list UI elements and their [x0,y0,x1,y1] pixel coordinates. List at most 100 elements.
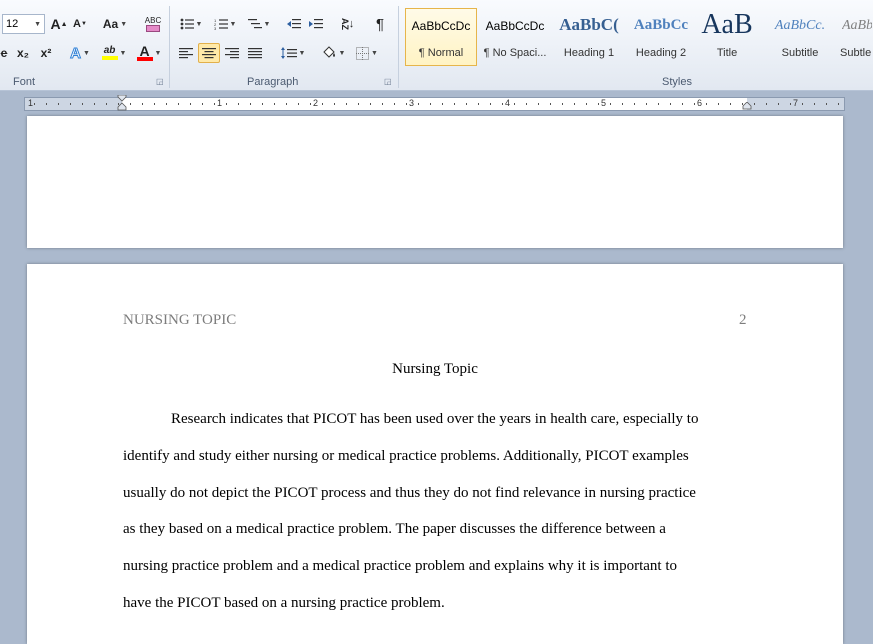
ruler-tick [406,103,407,105]
font-color-swatch [136,57,153,61]
font-size-combo[interactable]: 12 ▼ [2,14,45,34]
style-subtle[interactable]: AaBb Subtle [837,8,873,66]
style-title[interactable]: AaB Title [691,8,763,66]
grow-font-button[interactable]: A ▲ [49,14,69,34]
ruler-tick [778,103,779,105]
shading-button[interactable]: ▼ [318,43,348,63]
style-heading-1[interactable]: AaBbC( Heading 1 [553,8,625,66]
ruler-tick [814,103,815,105]
ruler-tick [322,103,323,105]
ruler-tick [682,103,683,105]
style-normal[interactable]: AaBbCcDc ¶ Normal [405,8,477,66]
style-label: Subtitle [781,47,819,59]
font-color-icon: A [139,43,150,59]
right-indent-marker-icon[interactable] [742,102,752,110]
ruler-tick [634,103,635,105]
style-label: Subtle [840,47,872,59]
eraser-icon [146,24,160,32]
ruler-tick [514,103,515,105]
text-effects-button[interactable]: A ▼ [66,43,94,63]
shrink-font-button[interactable]: A ▼ [70,14,90,34]
line-spacing-button[interactable]: ▼ [278,43,308,63]
ruler-tick [754,103,755,105]
document-page: NURSING TOPIC 2 Nursing Topic Research i… [27,264,843,644]
align-center-button[interactable] [198,43,220,63]
ruler-tick [358,103,359,105]
paint-bucket-icon [322,46,335,58]
chevron-down-icon: ▼ [82,49,90,57]
ruler-tick [250,103,251,105]
dialog-launcher-icon[interactable]: ◲ [156,77,164,86]
ruler-tick [298,103,299,105]
justify-icon [248,48,262,59]
ruler-number: 7 [793,98,799,108]
ruler-tick [70,103,71,105]
ruler-tick [622,103,623,105]
subscript-button[interactable]: x₂ [13,43,33,63]
horizontal-ruler[interactable]: 1 1 2 3 4 5 6 7 [24,95,845,111]
numbering-button[interactable]: 1 2 3 ▼ [210,14,240,34]
ruler-tick [346,103,347,105]
clear-formatting-button[interactable]: ABC [142,14,164,34]
superscript-button[interactable]: x² [36,43,56,63]
ruler-tick [502,103,503,105]
ruler-tick [838,103,839,105]
ruler-tick [214,103,215,105]
ruler-tick [370,103,371,105]
ruler-tick [802,103,803,105]
style-no-spacing[interactable]: AaBbCcDc ¶ No Spaci... [479,8,551,66]
increase-indent-button[interactable] [306,14,326,34]
font-color-button[interactable]: A ▼ [134,43,164,63]
ruler-tick [550,103,551,105]
numbered-list-icon: 123 [214,18,228,30]
ruler-tick [790,103,791,105]
paragraph-group: ▼ 1 2 3 ▼ ▼ AZ ↓ ¶ ▼ ▼ ▼ Paragraph ◲ [170,0,398,90]
style-heading-2[interactable]: AaBbCc Heading 2 [625,8,697,66]
decrease-indent-button[interactable] [284,14,304,34]
indent-marker-icon[interactable] [117,95,127,111]
style-preview: AaBbCcDc [485,19,545,33]
change-case-button[interactable]: Aa ▼ [101,14,129,34]
ruler-tick [46,103,47,105]
style-preview: AaBb [842,18,872,33]
strikethrough-icon: e [0,46,8,60]
ruler-tick [166,103,167,105]
ruler-tick [130,103,131,105]
svg-text:3: 3 [214,26,217,30]
ruler-number: 5 [601,98,607,108]
ruler-tick [178,103,179,105]
bullet-list-icon [180,18,194,30]
align-right-button[interactable] [222,43,242,63]
ruler-tick [466,103,467,105]
ruler-tick [766,103,767,105]
ruler-tick [154,103,155,105]
chevron-down-icon[interactable]: ▼ [34,21,41,28]
sort-button[interactable]: AZ ↓ [336,14,358,34]
bullets-button[interactable]: ▼ [176,14,206,34]
style-subtitle[interactable]: AaBbCc. Subtitle [764,8,836,66]
multilevel-list-button[interactable]: ▼ [244,14,274,34]
ruler-tick [442,103,443,105]
chevron-down-icon: ▼ [371,49,378,57]
justify-button[interactable] [245,43,265,63]
highlight-button[interactable]: ab ▼ [98,43,130,63]
highlight-color-swatch [101,56,118,60]
body-line: as they based on a medical practice prob… [123,521,666,537]
align-left-button[interactable] [176,43,196,63]
borders-button[interactable]: ▼ [352,43,382,63]
sort-arrow-icon: ↓ [348,18,355,30]
dialog-launcher-icon[interactable]: ◲ [384,77,392,86]
ruler-tick [334,103,335,105]
body-line: nursing practice problem and a medical p… [123,558,677,574]
ruler-tick [190,103,191,105]
show-formatting-marks-button[interactable]: ¶ [370,14,390,34]
pilcrow-icon: ¶ [375,15,385,33]
ruler-tick [142,103,143,105]
ruler-tick [238,103,239,105]
running-head: NURSING TOPIC [123,312,237,328]
align-center-icon [202,48,216,59]
page-number: 2 [739,312,747,328]
strikethrough-button[interactable]: e [0,43,10,63]
styles-group-label: Styles [662,76,692,88]
chevron-down-icon: ▼ [298,49,306,57]
